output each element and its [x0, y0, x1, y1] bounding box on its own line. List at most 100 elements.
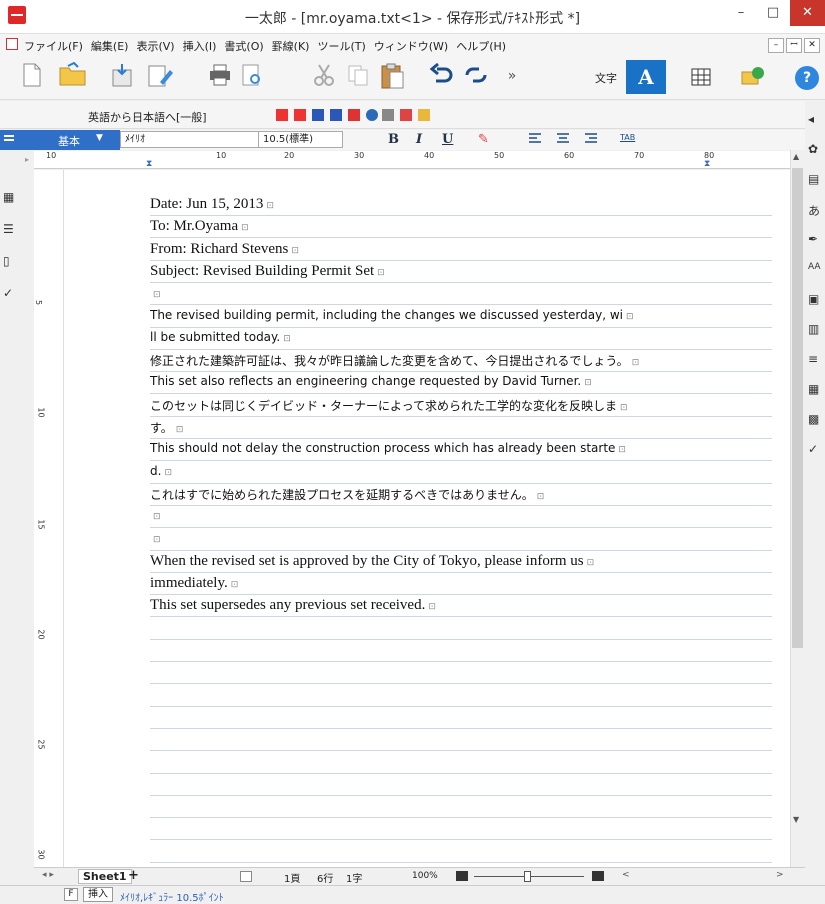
- sheet-prev-icon[interactable]: ◂ ▸: [42, 870, 54, 880]
- document-line[interactable]: When the revised set is approved by the …: [150, 553, 594, 570]
- translate-next-icon[interactable]: [294, 109, 306, 121]
- template-icon[interactable]: ▦: [808, 382, 822, 396]
- menu-view[interactable]: 表示(V): [136, 38, 174, 54]
- translate-search-icon[interactable]: [366, 109, 378, 121]
- document-line[interactable]: ⊡: [150, 285, 161, 302]
- menu-window[interactable]: ウィンドウ(W): [374, 38, 448, 54]
- edit-document-icon[interactable]: [146, 62, 174, 90]
- kana-input-icon[interactable]: あ: [808, 202, 822, 218]
- translate-help-icon[interactable]: [418, 109, 430, 121]
- scroll-down-icon[interactable]: ▼: [793, 815, 799, 824]
- font-size-icon[interactable]: AA: [808, 262, 822, 276]
- document-line[interactable]: From: Richard Stevens ⊡: [150, 241, 299, 258]
- cut-icon[interactable]: [310, 62, 338, 90]
- document-line[interactable]: To: Mr.Oyama ⊡: [150, 218, 249, 235]
- menu-tools[interactable]: ツール(T): [317, 38, 365, 54]
- paste-icon[interactable]: [378, 62, 406, 90]
- save-icon[interactable]: [108, 62, 136, 90]
- sheet-tab[interactable]: Sheet1: [78, 869, 132, 884]
- thumbnail-view-icon[interactable]: ▦: [3, 190, 17, 204]
- highlight-icon[interactable]: ✎: [478, 132, 489, 147]
- hscroll-left-icon[interactable]: <: [622, 870, 630, 880]
- bold-button[interactable]: B: [388, 132, 399, 147]
- document-line[interactable]: このセットは同じくデイビッド・ターナーによって求められた工学的な変化を反映しま ⊡: [150, 397, 628, 414]
- document-line[interactable]: ll be submitted today. ⊡: [150, 330, 291, 344]
- expand-arrow-icon[interactable]: ▸: [20, 151, 34, 169]
- char-mode-button[interactable]: A: [626, 60, 666, 94]
- calculator-icon[interactable]: ▤: [808, 172, 822, 186]
- menu-insert[interactable]: 挿入(I): [183, 38, 217, 54]
- menu-help[interactable]: ヘルプ(H): [456, 38, 506, 54]
- open-folder-icon[interactable]: [58, 61, 86, 90]
- translate-dictionary-icon[interactable]: [348, 109, 360, 121]
- translate-replace-icon[interactable]: [330, 109, 342, 121]
- scrollbar-thumb[interactable]: [792, 168, 803, 648]
- check-icon[interactable]: ✓: [3, 286, 17, 300]
- pen-icon[interactable]: ✒: [808, 232, 822, 246]
- document-line[interactable]: これはすでに始められた建設プロセスを延期するべきではありません。 ⊡: [150, 486, 544, 503]
- mdi-close-button[interactable]: ✕: [804, 38, 820, 53]
- table-icon[interactable]: [690, 66, 712, 91]
- vertical-ruler[interactable]: 5 10 15 20 25 30: [34, 170, 64, 867]
- document-line[interactable]: 修正された建築許可証は、我々が昨日議論した変更を含めて、今日提出されるでしょう。…: [150, 352, 639, 369]
- align-right-icon[interactable]: [584, 130, 598, 149]
- close-button[interactable]: ✕: [790, 0, 825, 26]
- document-line[interactable]: Subject: Revised Building Permit Set ⊡: [150, 263, 385, 280]
- left-indent-marker[interactable]: ⧗: [146, 159, 152, 169]
- zoom-slider-thumb[interactable]: [524, 871, 531, 882]
- layout-icon[interactable]: ▣: [808, 292, 822, 306]
- new-document-icon[interactable]: [18, 62, 46, 90]
- help-button[interactable]: ?: [795, 66, 819, 90]
- hscroll-right-icon[interactable]: >: [776, 870, 784, 880]
- print-icon[interactable]: [206, 62, 234, 90]
- mdi-restore-button[interactable]: ꟷ: [786, 38, 802, 53]
- document-line[interactable]: Date: Jun 15, 2013 ⊡: [150, 196, 274, 213]
- insert-mode-indicator[interactable]: 挿入: [83, 887, 113, 902]
- menu-file[interactable]: ファイル(F): [24, 38, 83, 54]
- font-select[interactable]: ﾒｲﾘｵ: [120, 131, 270, 148]
- translate-insert-icon[interactable]: [312, 109, 324, 121]
- document-line[interactable]: immediately. ⊡: [150, 575, 238, 592]
- list-icon[interactable]: ≡: [808, 352, 822, 366]
- palette-icon[interactable]: ✿: [808, 142, 822, 156]
- redo-icon[interactable]: [462, 62, 490, 90]
- document-line[interactable]: This should not delay the construction p…: [150, 441, 626, 455]
- print-preview-icon[interactable]: [238, 62, 266, 90]
- check-mark-icon[interactable]: ✓: [808, 442, 822, 456]
- zoom-in-icon[interactable]: [592, 871, 604, 881]
- panel-collapse-icon[interactable]: ◂: [808, 112, 822, 126]
- underline-button[interactable]: U: [442, 132, 453, 147]
- bookmark-icon[interactable]: ▯: [3, 254, 17, 268]
- menu-format[interactable]: 書式(O): [224, 38, 263, 54]
- document-line[interactable]: The revised building permit, including t…: [150, 308, 634, 322]
- document-menu-icon[interactable]: [6, 38, 18, 50]
- italic-button[interactable]: I: [416, 132, 422, 147]
- toolbar-more-button[interactable]: »: [498, 62, 526, 90]
- copy-icon[interactable]: [344, 62, 372, 90]
- document-area[interactable]: Date: Jun 15, 2013 ⊡ To: Mr.Oyama ⊡ From: Ri…: [64, 170, 790, 867]
- translate-settings-icon[interactable]: [400, 109, 412, 121]
- horizontal-ruler[interactable]: 10 10 20 30 40 50 60 70 80 ⧗ ⧗: [34, 151, 794, 169]
- menu-ruled-lines[interactable]: 罫線(K): [272, 38, 310, 54]
- maximize-button[interactable]: □: [758, 0, 788, 26]
- minimize-button[interactable]: –: [726, 0, 756, 26]
- object-frame-icon[interactable]: [740, 64, 766, 91]
- translate-prev-icon[interactable]: [276, 109, 288, 121]
- align-center-icon[interactable]: [556, 130, 570, 149]
- view-mode-icon[interactable]: [240, 871, 252, 882]
- document-line[interactable]: ⊡: [150, 531, 161, 545]
- zoom-level[interactable]: 100%: [412, 871, 438, 881]
- mdi-minimize-button[interactable]: –: [768, 38, 784, 53]
- outline-view-icon[interactable]: ☰: [3, 222, 17, 236]
- document-line[interactable]: This set also reflects an engineering ch…: [150, 374, 592, 388]
- document-line[interactable]: d. ⊡: [150, 464, 172, 478]
- document-line[interactable]: This set supersedes any previous set rec…: [150, 597, 436, 614]
- style-selector[interactable]: 基本 ▼: [0, 130, 120, 150]
- zoom-out-icon[interactable]: [456, 871, 468, 881]
- page-icon[interactable]: ▥: [808, 322, 822, 336]
- align-left-icon[interactable]: [528, 130, 542, 149]
- right-indent-marker[interactable]: ⧗: [704, 159, 710, 169]
- font-size-select[interactable]: 10.5(標準): [258, 131, 343, 148]
- document-line[interactable]: ⊡: [150, 508, 161, 522]
- grid-icon[interactable]: ▩: [808, 412, 822, 426]
